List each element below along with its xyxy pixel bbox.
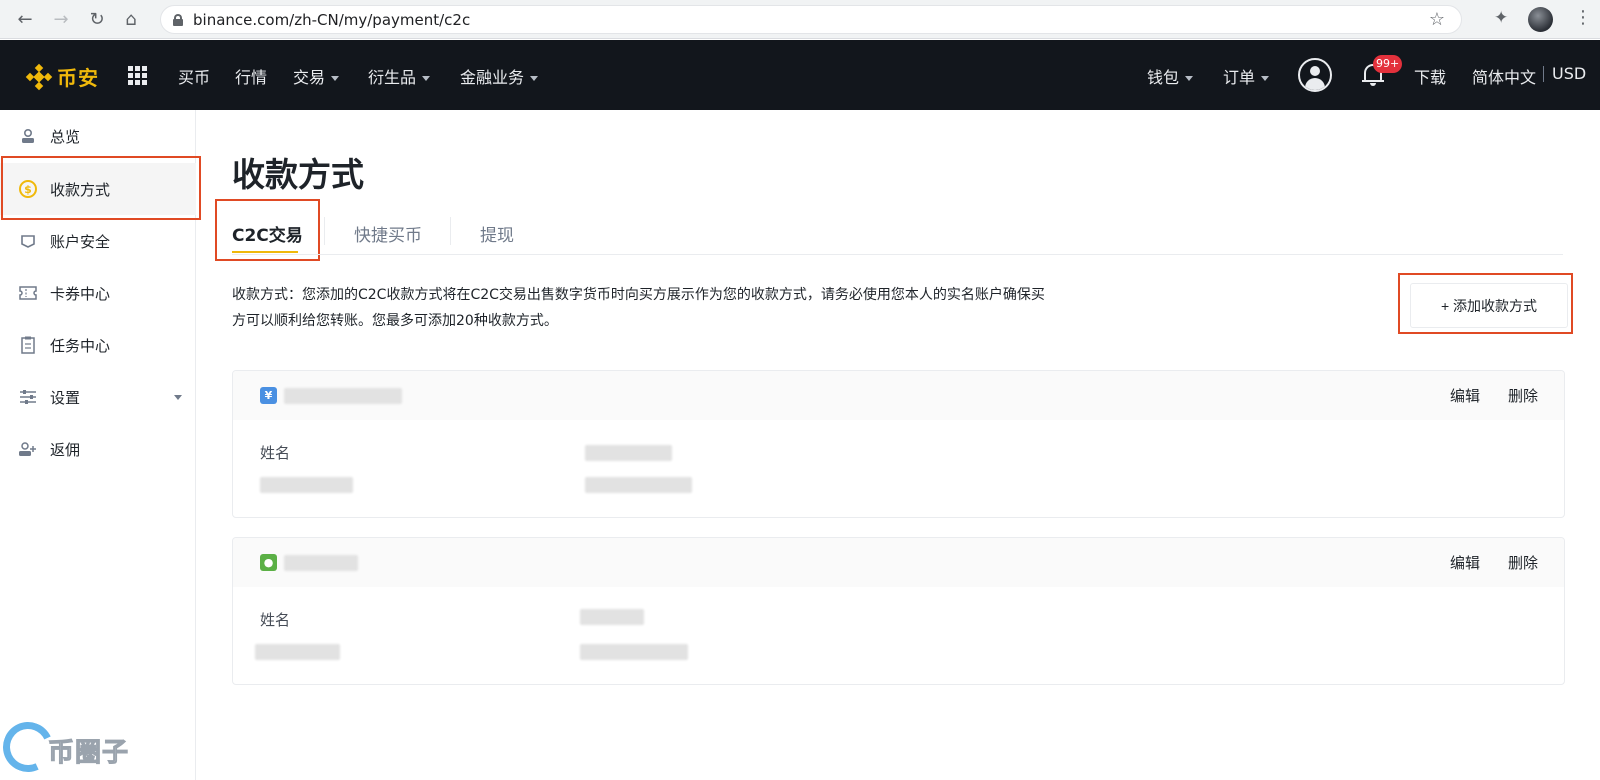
- shield-icon: [18, 231, 38, 251]
- bookmark-star-icon[interactable]: ☆: [1429, 9, 1445, 30]
- chevron-down-icon: [174, 395, 182, 400]
- sidebar-item-coupons[interactable]: 卡券中心: [0, 267, 196, 319]
- redacted-account-value: [580, 644, 688, 660]
- watermark-logo: 币圈子: [0, 714, 150, 780]
- card-actions: 编辑 删除: [1450, 552, 1538, 573]
- highlight-box-sidebar: [1, 156, 201, 220]
- watermark-text: 币圈子: [47, 738, 130, 769]
- redacted-field-label: [260, 477, 353, 493]
- logo-text: 币安: [57, 66, 99, 90]
- sidebar-item-label: 总览: [50, 127, 81, 146]
- chevron-down-icon: [331, 76, 340, 81]
- address-bar[interactable]: binance.com/zh-CN/my/payment/c2c ☆: [160, 5, 1462, 34]
- binance-logo-icon: [25, 63, 53, 90]
- chevron-down-icon: [530, 76, 539, 81]
- tab-quick-buy[interactable]: 快捷买币: [354, 221, 422, 246]
- delete-button[interactable]: 删除: [1508, 552, 1538, 573]
- sidebar-item-security[interactable]: 账户安全: [0, 215, 196, 267]
- sidebar-item-settings[interactable]: 设置: [0, 371, 196, 423]
- tab-withdraw[interactable]: 提现: [480, 221, 514, 246]
- lock-icon: [173, 13, 183, 26]
- nav-orders-label: 订单: [1223, 68, 1256, 87]
- sidebar-item-label: 账户安全: [50, 232, 111, 251]
- apps-grid-icon[interactable]: [128, 66, 147, 85]
- payment-tabs: C2C交易 快捷买币 提现: [232, 211, 1563, 255]
- nav-item-finance[interactable]: 金融业务: [460, 64, 539, 88]
- notification-badge: 99+: [1373, 55, 1403, 73]
- wechat-icon: ●: [260, 554, 277, 571]
- active-tab-indicator: [232, 251, 298, 253]
- card-header: ¥ 编辑 删除: [233, 371, 1564, 420]
- nav-wallet-label: 钱包: [1147, 68, 1180, 87]
- nav-language[interactable]: 简体中文: [1472, 64, 1536, 88]
- chevron-down-icon: [1185, 76, 1194, 81]
- add-payment-method-button[interactable]: + 添加收款方式: [1410, 283, 1568, 328]
- home-icon[interactable]: ⌂: [114, 4, 148, 34]
- divider: [324, 217, 325, 245]
- payment-description: 收款方式：您添加的C2C收款方式将在C2C交易出售数字货币时向买方展示作为您的收…: [232, 287, 1045, 329]
- card-body: 姓名: [233, 420, 1564, 517]
- add-user-icon: [18, 439, 38, 459]
- chevron-down-icon: [1261, 76, 1270, 81]
- page-title: 收款方式: [232, 155, 364, 194]
- account-user-icon[interactable]: [1298, 58, 1332, 92]
- sidebar-item-referral[interactable]: 返佣: [0, 423, 196, 475]
- nav-item-buy-crypto[interactable]: 买币: [178, 64, 210, 88]
- url-text: binance.com/zh-CN/my/payment/c2c: [193, 10, 471, 29]
- redacted-name-value: [585, 445, 672, 461]
- nav-item-trade-label: 交易: [293, 68, 326, 87]
- sidebar-item-label: 返佣: [50, 440, 81, 459]
- sidebar-item-label: 任务中心: [50, 336, 111, 355]
- name-label: 姓名: [260, 611, 291, 629]
- redacted-name-value: [580, 609, 644, 625]
- profile-avatar[interactable]: [1528, 7, 1553, 32]
- back-icon[interactable]: ←: [8, 4, 42, 34]
- chevron-down-icon: [422, 76, 431, 81]
- redacted-account-name: [284, 555, 358, 571]
- card-body: 姓名: [233, 587, 1564, 684]
- card-header: ● 编辑 删除: [233, 538, 1564, 587]
- nav-item-finance-label: 金融业务: [460, 68, 525, 87]
- redacted-field-label: [255, 644, 340, 660]
- edit-button[interactable]: 编辑: [1450, 552, 1480, 573]
- extensions-icon[interactable]: ✦: [1494, 8, 1508, 28]
- sliders-icon: [18, 387, 38, 407]
- sidebar-item-tasks[interactable]: 任务中心: [0, 319, 196, 371]
- reload-icon[interactable]: ↻: [80, 4, 114, 34]
- tab-c2c[interactable]: C2C交易: [232, 221, 303, 246]
- nav-item-derivatives-label: 衍生品: [368, 68, 417, 87]
- yuan-icon: ¥: [260, 387, 277, 404]
- clipboard-icon: [18, 335, 38, 355]
- nav-wallet[interactable]: 钱包: [1147, 64, 1194, 88]
- binance-logo[interactable]: 币安: [25, 62, 99, 91]
- redacted-account-value: [585, 477, 692, 493]
- divider: [1543, 66, 1544, 82]
- redacted-account-name: [284, 388, 402, 404]
- browser-menu-icon[interactable]: ⋮: [1574, 7, 1592, 28]
- nav-item-trade[interactable]: 交易: [293, 64, 340, 88]
- nav-download[interactable]: 下载: [1414, 64, 1446, 88]
- nav-item-markets[interactable]: 行情: [235, 64, 267, 88]
- payment-method-card: ● 编辑 删除 姓名: [232, 537, 1565, 685]
- nav-item-derivatives[interactable]: 衍生品: [368, 64, 431, 88]
- nav-orders[interactable]: 订单: [1223, 64, 1270, 88]
- card-actions: 编辑 删除: [1450, 385, 1538, 406]
- top-navigation: 币安 买币 行情 交易 衍生品 金融业务 钱包 订单 下载 简体中文 USD: [0, 40, 1600, 110]
- sidebar-item-overview[interactable]: 总览: [0, 110, 196, 162]
- divider: [450, 217, 451, 245]
- forward-icon[interactable]: →: [44, 4, 78, 34]
- sidebar-item-label: 卡券中心: [50, 284, 111, 303]
- nav-currency[interactable]: USD: [1552, 64, 1586, 83]
- edit-button[interactable]: 编辑: [1450, 385, 1480, 406]
- user-icon: [18, 126, 38, 146]
- delete-button[interactable]: 删除: [1508, 385, 1538, 406]
- sidebar-item-label: 设置: [50, 388, 81, 407]
- name-label: 姓名: [260, 444, 291, 462]
- browser-toolbar: ← → ↻ ⌂ binance.com/zh-CN/my/payment/c2c…: [0, 0, 1600, 39]
- ticket-icon: [18, 283, 38, 303]
- payment-method-card: ¥ 编辑 删除 姓名: [232, 370, 1565, 518]
